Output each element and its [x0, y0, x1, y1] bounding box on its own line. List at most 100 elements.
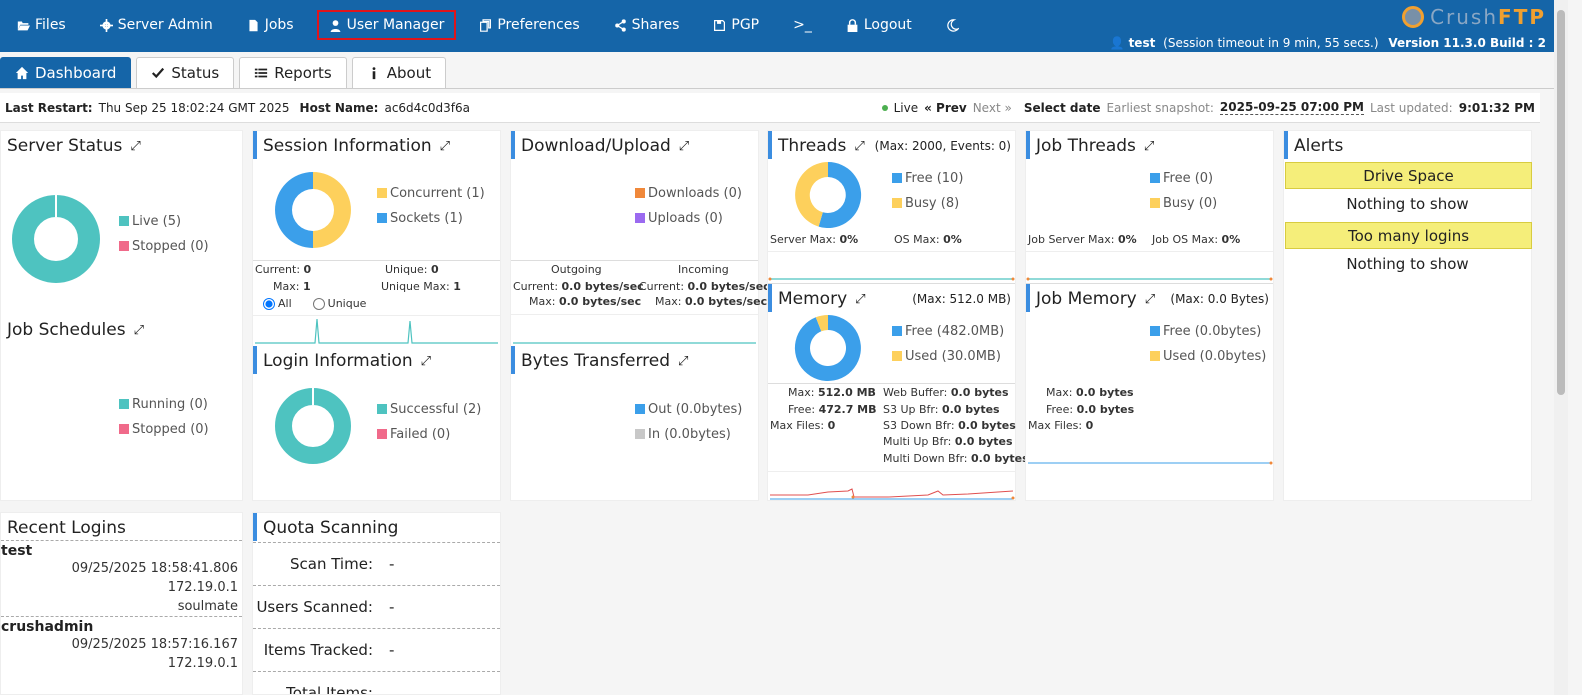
legend-swatch — [377, 188, 387, 198]
select-date-button[interactable]: Select date — [1024, 101, 1101, 115]
prev-button[interactable]: « Prev — [924, 101, 967, 115]
legend-failed[interactable]: Failed (0) — [377, 422, 481, 447]
legend-downloads[interactable]: Downloads (0) — [635, 181, 742, 206]
legend-busy[interactable]: Busy (0) — [1150, 191, 1217, 216]
legend-swatch — [119, 399, 129, 409]
nav-shares[interactable]: Shares — [597, 10, 697, 40]
nav-files[interactable]: Files — [0, 10, 83, 40]
legend-busy[interactable]: Busy (8) — [892, 191, 963, 216]
legend-free[interactable]: Free (0) — [1150, 166, 1217, 191]
user-icon: 👤 — [1109, 36, 1125, 50]
legend-used[interactable]: Used (0.0bytes) — [1150, 344, 1266, 369]
job-memory-sparkline — [1028, 461, 1273, 465]
tab-about[interactable]: About — [351, 57, 447, 88]
job-memory-free-value: 0.0 bytes — [1076, 403, 1135, 416]
nav-preferences[interactable]: Preferences — [462, 10, 596, 40]
expand-icon[interactable]: ⤢ — [679, 139, 689, 154]
legend-successful[interactable]: Successful (2) — [377, 397, 481, 422]
session-unique-label: Unique: — [385, 263, 428, 276]
brand-logo-icon — [1402, 6, 1425, 28]
legend-stopped[interactable]: Stopped (0) — [119, 417, 209, 442]
s3-up-buffer: S3 Up Bfr: 0.0 bytes — [883, 403, 1000, 416]
login-user: test — [1, 543, 33, 559]
job-memory-max-files: Max Files: 0 — [1028, 419, 1093, 432]
legend-free[interactable]: Free (0.0bytes) — [1150, 319, 1266, 344]
s3-up-buffer-value: 0.0 bytes — [941, 403, 1000, 416]
incoming-max-label: Max: — [655, 295, 682, 308]
expand-icon[interactable]: ⤢ — [1145, 292, 1155, 307]
memory-sparkline — [768, 471, 1015, 500]
legend-used[interactable]: Used (30.0MB) — [892, 344, 1004, 369]
expand-icon[interactable]: ⤢ — [134, 323, 144, 338]
radio-unique[interactable] — [312, 297, 325, 310]
login-user: crushadmin — [1, 619, 94, 635]
memory-max-value: 512.0 MB — [817, 386, 876, 399]
nav-theme-toggle[interactable] — [929, 10, 976, 40]
incoming-current-value: 0.0 bytes/sec — [687, 280, 770, 293]
expand-icon[interactable]: ⤢ — [130, 139, 140, 154]
outgoing-current-label: Current: — [513, 280, 559, 293]
list-item[interactable]: crushadmin 09/25/2025 18:57:16.167 172.1… — [1, 617, 242, 673]
expand-icon[interactable]: ⤢ — [421, 354, 431, 369]
session-unique-max: Unique Max: 1 — [381, 280, 461, 293]
check-icon — [152, 67, 165, 79]
legend-free[interactable]: Free (10) — [892, 166, 963, 191]
expand-icon[interactable]: ⤢ — [855, 292, 865, 307]
quota-scanning-title-text: Quota Scanning — [263, 518, 399, 538]
nav-jobs[interactable]: Jobs — [230, 10, 311, 40]
session-info-line: 👤 test (Session timeout in 9 min, 55 sec… — [1110, 36, 1546, 50]
list-item[interactable]: test 09/25/2025 18:58:41.806 172.19.0.1 … — [1, 541, 242, 617]
login-time: 09/25/2025 18:58:41.806 — [71, 561, 238, 576]
alerts-panel: Alerts Drive Space Nothing to show Too m… — [1283, 130, 1532, 501]
scrollbar-thumb[interactable] — [1557, 10, 1565, 395]
legend-out-label: Out (0.0bytes) — [648, 402, 743, 417]
legend-running[interactable]: Running (0) — [119, 392, 209, 417]
brand-name-part2: FTP — [1498, 5, 1546, 29]
expand-icon[interactable]: ⤢ — [678, 354, 688, 369]
job-threads-sparkline — [1026, 251, 1273, 281]
threads-sparkline — [768, 251, 1015, 281]
legend-out[interactable]: Out (0.0bytes) — [635, 397, 742, 422]
legend-free[interactable]: Free (482.0MB) — [892, 319, 1004, 344]
incoming-current: Current: 0.0 bytes/sec — [639, 280, 770, 293]
spark-line — [255, 318, 498, 344]
nav-pgp[interactable]: PGP — [696, 10, 776, 40]
job-threads-legend: Free (0) Busy (0) — [1150, 166, 1217, 216]
legend-stopped[interactable]: Stopped (0) — [119, 234, 209, 259]
s3-down-buffer: S3 Down Bfr: 0.0 bytes — [883, 419, 1016, 432]
server-status-panel: Server Status ⤢ Live (5) Stopped (0) Job … — [0, 130, 243, 501]
legend-in[interactable]: In (0.0bytes) — [635, 422, 742, 447]
threads-server-max-label: Server Max: — [770, 233, 837, 246]
legend-uploads[interactable]: Uploads (0) — [635, 206, 742, 231]
nav-server-admin[interactable]: Server Admin — [83, 10, 230, 40]
server-status-bar: Last Restart: Thu Sep 25 18:02:24 GMT 20… — [0, 93, 1540, 123]
quota-label: Scan Time: — [290, 555, 373, 573]
job-memory-title: Job Memory ⤢ (Max: 0.0 Bytes) — [1026, 284, 1273, 312]
user-icon — [330, 19, 340, 32]
tab-dashboard[interactable]: Dashboard — [0, 57, 132, 88]
nav-logout-label: Logout — [863, 17, 912, 33]
job-server-max-value: 0% — [1117, 233, 1137, 246]
expand-icon[interactable]: ⤢ — [854, 139, 864, 154]
nav-user-manager[interactable]: User Manager — [316, 10, 457, 40]
earliest-snapshot-value[interactable]: 2025-09-25 07:00 PM — [1219, 100, 1364, 115]
next-button[interactable]: Next » — [973, 101, 1012, 115]
server-status-legend: Live (5) Stopped (0) — [119, 209, 209, 259]
expand-icon[interactable]: ⤢ — [1144, 139, 1154, 154]
page-scrollbar[interactable] — [1554, 0, 1568, 695]
tab-about-label: About — [386, 64, 432, 82]
save-icon — [714, 19, 726, 31]
live-button[interactable]: Live — [894, 101, 919, 115]
legend-concurrent[interactable]: Concurrent (1) — [377, 181, 485, 206]
tab-reports[interactable]: Reports — [239, 57, 347, 88]
radio-all[interactable] — [263, 297, 275, 310]
legend-swatch — [377, 429, 387, 439]
too-many-logins-alert-header: Too many logins — [1285, 222, 1532, 249]
legend-free-label: Free (0) — [1163, 171, 1214, 186]
legend-live[interactable]: Live (5) — [119, 209, 209, 234]
expand-icon[interactable]: ⤢ — [440, 139, 450, 154]
legend-sockets[interactable]: Sockets (1) — [377, 206, 485, 231]
nav-terminal[interactable]: >_ — [776, 10, 829, 40]
nav-logout[interactable]: Logout — [829, 10, 929, 40]
tab-status[interactable]: Status — [136, 57, 235, 88]
